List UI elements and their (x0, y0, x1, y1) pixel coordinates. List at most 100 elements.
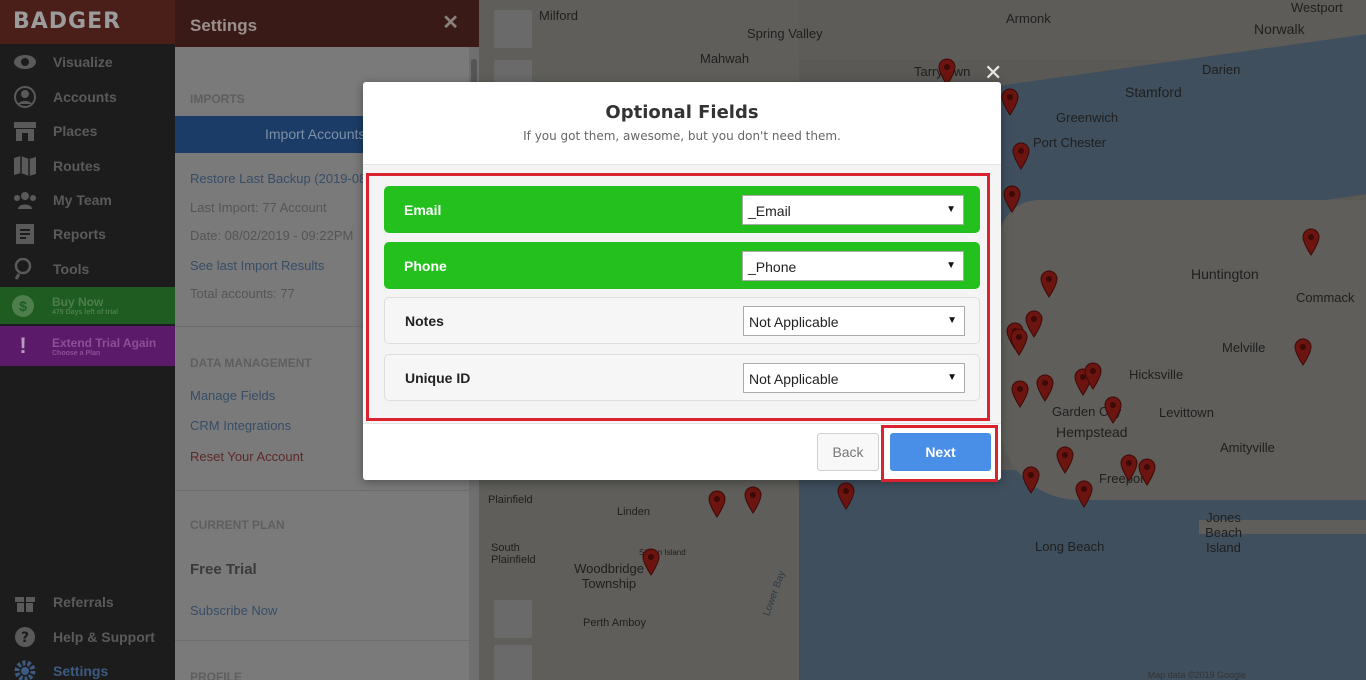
map-pin-icon[interactable] (1010, 328, 1028, 356)
map-label: Huntington (1191, 266, 1259, 282)
sidebar-item-label: Reports (53, 226, 106, 242)
phone-field-select[interactable]: _Phone ▼ (742, 250, 964, 281)
sidebar-item-label: Settings (53, 663, 109, 679)
modal-header: Optional Fields If you got them, awesome… (363, 82, 1001, 165)
map-label: Hempstead (1056, 424, 1128, 440)
map-label: Perth Amboy (583, 617, 646, 629)
map-label: Milford (539, 8, 579, 23)
map-label: Darien (1202, 62, 1241, 77)
unique-id-field-select[interactable]: Not Applicable ▼ (743, 362, 965, 393)
map-pin-icon[interactable] (708, 490, 726, 518)
buy-now-label: Buy Now (52, 295, 104, 309)
map-pin-icon[interactable] (744, 486, 762, 514)
map-label: Mahwah (700, 51, 750, 66)
field-row-notes: Notes Not Applicable ▼ (384, 297, 980, 344)
sidebar-item-visualize[interactable]: Visualize (0, 45, 175, 79)
map-label: Spring Valley (747, 26, 823, 41)
sidebar-item-routes[interactable]: Routes (0, 149, 175, 183)
app-logo: BADGER (0, 0, 175, 44)
sidebar-item-reports[interactable]: Reports (0, 217, 175, 251)
svg-text:?: ? (21, 630, 29, 646)
map-label: South Plainfield (491, 542, 536, 566)
map-pin-icon[interactable] (1022, 466, 1040, 494)
back-button[interactable]: Back (817, 433, 879, 471)
locate-icon[interactable] (494, 645, 532, 680)
map-pin-icon[interactable] (642, 548, 660, 576)
report-icon (12, 223, 38, 245)
layers-icon[interactable] (494, 600, 532, 638)
extend-trial-button[interactable]: ! Extend Trial Again Choose a Plan (0, 326, 175, 366)
map-pin-icon[interactable] (1075, 480, 1093, 508)
map-pin-icon[interactable] (1056, 446, 1074, 474)
map-pin-icon[interactable] (1001, 88, 1019, 116)
sidebar-item-settings[interactable]: Settings (0, 654, 175, 680)
street-view-pegman-icon[interactable] (494, 10, 532, 48)
notes-field-select[interactable]: Not Applicable ▼ (743, 305, 965, 336)
dropdown-arrow-icon: ▼ (947, 371, 957, 383)
map-pin-icon[interactable] (1138, 458, 1156, 486)
field-row-email: Email _Email ▼ (384, 186, 980, 233)
settings-title: Settings (190, 16, 258, 35)
map-label: Commack (1296, 290, 1355, 305)
map-label: Jones Beach Island (1205, 510, 1242, 555)
data-management-title: DATA MANAGEMENT (190, 356, 312, 370)
store-icon (12, 120, 38, 142)
divider (175, 640, 475, 641)
map-pin-icon[interactable] (1012, 142, 1030, 170)
map-pin-icon[interactable] (1294, 338, 1312, 366)
map-pin-icon[interactable] (837, 482, 855, 510)
sidebar-item-my-team[interactable]: My Team (0, 183, 175, 217)
sidebar-item-label: Help & Support (53, 629, 155, 645)
extend-trial-label: Extend Trial Again (52, 335, 157, 350)
map-pin-icon[interactable] (1084, 362, 1102, 390)
dropdown-arrow-icon: ▼ (947, 314, 957, 326)
field-label: Unique ID (405, 369, 471, 386)
sidebar-item-referrals[interactable]: Referrals (0, 585, 175, 619)
field-label: Phone (404, 257, 447, 274)
map-label: Armonk (1006, 11, 1051, 26)
map-pin-icon[interactable] (1011, 380, 1029, 408)
sidebar-item-help[interactable]: ? Help & Support (0, 620, 175, 654)
map-icon (12, 155, 38, 177)
map-pin-icon[interactable] (1003, 185, 1021, 213)
next-button[interactable]: Next (890, 433, 991, 471)
reset-account-link[interactable]: Reset Your Account (190, 449, 303, 464)
modal-subtitle: If you got them, awesome, but you don't … (523, 129, 841, 143)
map-pin-icon[interactable] (1036, 374, 1054, 402)
map-label: Woodbridge Township (574, 561, 644, 591)
email-field-select[interactable]: _Email ▼ (742, 194, 964, 225)
choose-plan-label: Choose a Plan (52, 349, 101, 357)
close-icon[interactable]: ✕ (442, 10, 459, 35)
dropdown-arrow-icon: ▼ (946, 259, 956, 271)
tools-icon (12, 258, 38, 280)
manage-fields-link[interactable]: Manage Fields (190, 388, 275, 403)
field-label: Notes (405, 312, 444, 329)
dollar-icon: $ (12, 294, 34, 317)
sidebar-item-accounts[interactable]: Accounts (0, 80, 175, 114)
modal-title: Optional Fields (605, 102, 759, 123)
map-label: Greenwich (1056, 110, 1119, 125)
field-row-phone: Phone _Phone ▼ (384, 242, 980, 289)
map-pin-icon[interactable] (1104, 396, 1122, 424)
eye-icon (12, 51, 38, 73)
exclamation-icon: ! (19, 333, 27, 358)
ocean (719, 470, 1366, 680)
dropdown-arrow-icon: ▼ (946, 203, 956, 215)
buy-now-button[interactable]: $ Buy Now 479 Days left of trial (0, 287, 175, 324)
gear-icon (12, 660, 38, 680)
sidebar-item-places[interactable]: Places (0, 114, 175, 148)
map-label: Port Chester (1033, 135, 1106, 150)
crm-integrations-link[interactable]: CRM Integrations (190, 418, 291, 433)
total-accounts-text: Total accounts: 77 (190, 286, 295, 301)
map-label: Plainfield (488, 494, 533, 506)
map-pin-icon[interactable] (1040, 270, 1058, 298)
sidebar-item-tools[interactable]: Tools (0, 252, 175, 286)
field-label: Email (404, 201, 442, 218)
plan-name: Free Trial (190, 561, 257, 578)
map-label: Linden (617, 506, 651, 518)
subscribe-now-link[interactable]: Subscribe Now (190, 603, 277, 618)
restore-backup-link[interactable]: Restore Last Backup (2019-08-02) (190, 171, 389, 186)
map-pin-icon[interactable] (1302, 228, 1320, 256)
map-pin-icon[interactable] (1120, 454, 1138, 482)
see-import-results-link[interactable]: See last Import Results (190, 258, 324, 273)
